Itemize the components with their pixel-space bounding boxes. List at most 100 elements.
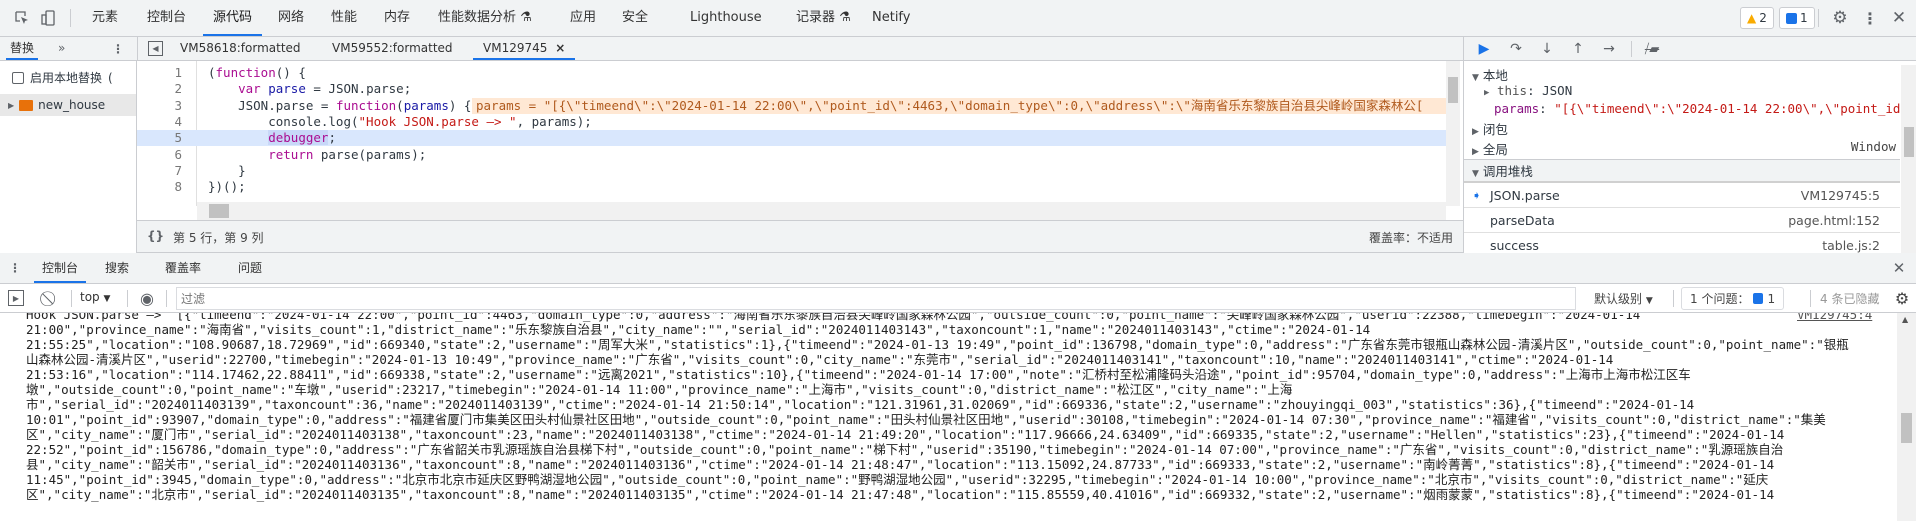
console-filter-input[interactable]: [176, 287, 1576, 310]
deactivate-breakpoints-icon[interactable]: ⧸▰: [1641, 40, 1663, 58]
message-icon: [1753, 293, 1764, 304]
scope-params[interactable]: params: "[{\"timeend\":\"2024-01-14 22:0…: [1464, 101, 1900, 119]
code-token: console.log(: [208, 113, 359, 129]
scope-closure[interactable]: ▶ 闭包: [1464, 119, 1900, 139]
code-token: () {: [275, 65, 306, 80]
folder-label: new_house: [38, 98, 106, 112]
tab-network[interactable]: 网络: [278, 0, 304, 36]
call-frame[interactable]: parseData page.html:152: [1464, 208, 1900, 233]
step-out-icon[interactable]: ↑: [1568, 40, 1588, 58]
tab-security[interactable]: 安全: [622, 0, 648, 36]
tab-memory[interactable]: 内存: [384, 0, 410, 36]
issues-button[interactable]: 1 个问题： 1: [1681, 287, 1785, 310]
code-text: JSON.parse = function(params) {: [208, 98, 471, 114]
clear-console-icon[interactable]: ⃠: [42, 289, 60, 307]
line-number[interactable]: 4: [137, 114, 196, 130]
debugger-scrollbar[interactable]: [1901, 65, 1916, 253]
device-toolbar-icon[interactable]: [39, 8, 59, 28]
code-line[interactable]: 3 JSON.parse = function(params) {params …: [137, 97, 1447, 114]
call-stack-header[interactable]: ▼ 调用堆栈: [1464, 159, 1900, 183]
step-over-icon[interactable]: ↷: [1506, 40, 1526, 58]
drawer-tab-search[interactable]: 搜索: [105, 253, 129, 283]
close-tab-icon[interactable]: ×: [555, 41, 565, 55]
checkbox[interactable]: [12, 71, 24, 84]
code-line[interactable]: 5 debugger;: [137, 130, 1447, 147]
frame-location[interactable]: page.html:152: [1788, 208, 1880, 233]
close-drawer-icon[interactable]: ✕: [1890, 259, 1908, 277]
tab-elements[interactable]: 元素: [92, 0, 118, 36]
drawer-tab-coverage[interactable]: 覆盖率: [165, 253, 201, 283]
vertical-scrollbar[interactable]: [1446, 61, 1460, 206]
horizontal-scrollbar[interactable]: [197, 202, 1446, 220]
warning-icon: ▲: [1747, 11, 1757, 25]
tab-sources[interactable]: 源代码: [203, 0, 263, 36]
more-tabs-chevron[interactable]: »: [58, 37, 65, 60]
messages-badge[interactable]: 1: [1779, 7, 1815, 29]
show-sidebar-icon[interactable]: ▶: [8, 290, 24, 306]
inspect-element-icon[interactable]: [12, 8, 32, 28]
tab-application[interactable]: 应用: [570, 0, 596, 36]
log-level-dropdown[interactable]: 默认级别 ▼: [1594, 290, 1653, 307]
warnings-badge[interactable]: ▲ 2: [1740, 7, 1774, 29]
console-message-line: 县","city_name":"韶关市","serial_id":"202401…: [26, 457, 1775, 472]
close-devtools-icon[interactable]: ✕: [1889, 8, 1909, 28]
code-editor[interactable]: 1 (function() {2 var parse = JSON.parse; 3…: [137, 61, 1463, 220]
tab-console[interactable]: 控制台: [147, 0, 186, 36]
console-settings-gear-icon[interactable]: ⚙: [1893, 289, 1911, 308]
line-number[interactable]: 7: [137, 163, 196, 179]
line-number[interactable]: 3: [137, 98, 196, 114]
more-options-icon[interactable]: ⋮: [1862, 8, 1878, 28]
devtools-main-toolbar: 元素 控制台 源代码 网络 性能 内存 性能数据分析 ⚗ 应用 安全 Light…: [0, 0, 1916, 37]
tab-overrides[interactable]: 替换: [6, 37, 39, 60]
enable-local-overrides[interactable]: 启用本地替换 (: [12, 69, 113, 86]
frame-location[interactable]: table.js:2: [1822, 233, 1880, 253]
live-expression-eye-icon[interactable]: ◉: [137, 289, 157, 308]
tab-file-vm58618[interactable]: VM58618:formatted: [180, 37, 301, 60]
console-scrollbar[interactable]: ▲: [1897, 313, 1916, 521]
context-selector[interactable]: top ▼: [80, 290, 110, 304]
call-frame[interactable]: ➧ JSON.parse VM129745:5: [1464, 183, 1900, 208]
tab-lighthouse[interactable]: Lighthouse: [690, 0, 762, 36]
console-source-link[interactable]: VM129745:4: [1797, 313, 1872, 322]
tab-file-vm59552[interactable]: VM59552:formatted: [332, 37, 453, 60]
settings-gear-icon[interactable]: ⚙: [1830, 8, 1850, 28]
console-output[interactable]: Hook JSON.parse —> [{"timeend":"2024-01-…: [0, 313, 1897, 521]
scope-local[interactable]: ▼ 本地: [1464, 65, 1900, 83]
code-text: return parse(params);: [208, 147, 426, 163]
drawer-tab-issues[interactable]: 问题: [238, 253, 262, 283]
line-number[interactable]: 2: [137, 81, 196, 97]
line-number[interactable]: 5: [137, 130, 196, 146]
var-value: JSON: [1542, 83, 1573, 98]
tab-netify[interactable]: Netify: [872, 0, 910, 36]
line-number[interactable]: 8: [137, 179, 196, 195]
code-line[interactable]: 1 (function() {: [137, 65, 1447, 81]
drawer-menu-icon[interactable]: ⋮: [9, 259, 21, 277]
code-line[interactable]: 6 return parse(params);: [137, 147, 1447, 163]
scope-global[interactable]: ▶ 全局 Window: [1464, 139, 1900, 159]
tab-performance[interactable]: 性能: [331, 0, 357, 36]
step-into-icon[interactable]: ↓: [1537, 40, 1557, 58]
step-icon[interactable]: →: [1599, 40, 1619, 58]
drawer-tab-console[interactable]: 控制台: [34, 253, 87, 283]
folder-new-house[interactable]: ▶ new_house: [0, 94, 136, 116]
code-line[interactable]: 2 var parse = JSON.parse;: [137, 81, 1447, 97]
tab-performance-insights[interactable]: 性能数据分析 ⚗: [438, 0, 532, 36]
navigator-menu-icon[interactable]: ⋮: [112, 39, 124, 59]
call-frame[interactable]: success table.js:2: [1464, 233, 1900, 253]
line-number[interactable]: 1: [137, 65, 196, 81]
code-line[interactable]: 7 }: [137, 163, 1447, 179]
resume-icon[interactable]: ▶: [1474, 40, 1494, 58]
editor-status-bar: {} 第 5 行，第 9 列 覆盖率：不适用: [137, 220, 1463, 253]
code-line[interactable]: 4 console.log("Hook JSON.parse —> ", par…: [137, 114, 1447, 130]
scope-this[interactable]: ▶ this: JSON: [1464, 83, 1900, 101]
code-token: ) {: [448, 97, 472, 113]
expand-triangle-icon[interactable]: ▶: [8, 101, 14, 110]
code-line[interactable]: 8})();: [137, 179, 1447, 195]
tab-recorder[interactable]: 记录器 ⚗: [796, 0, 851, 36]
toggle-navigator-icon[interactable]: ◀: [148, 41, 163, 56]
pretty-print-button[interactable]: {}: [147, 229, 164, 243]
frame-name: parseData: [1490, 213, 1555, 228]
line-number[interactable]: 6: [137, 147, 196, 163]
frame-location[interactable]: VM129745:5: [1801, 183, 1880, 208]
tab-file-vm129745[interactable]: VM129745 ×: [473, 37, 576, 60]
